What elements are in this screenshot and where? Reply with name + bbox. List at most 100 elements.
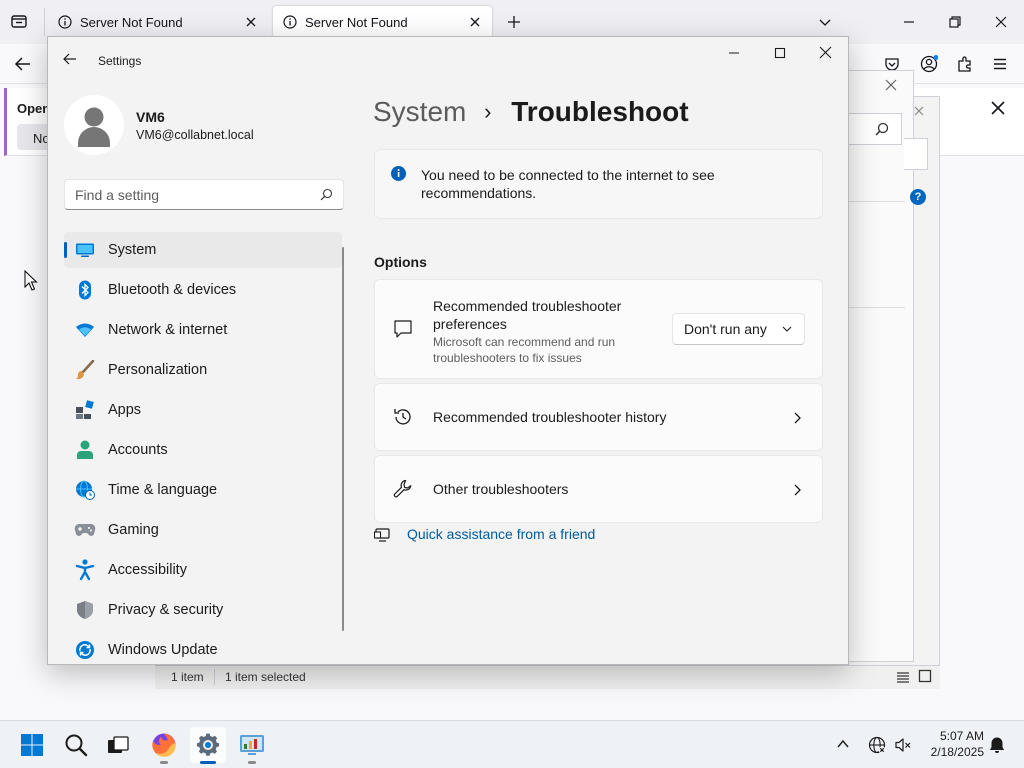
user-name: VM6 [136, 109, 165, 125]
sidebar-item-label: Accounts [108, 442, 168, 458]
sidebar-item-label: Windows Update [108, 642, 218, 658]
extensions-icon[interactable] [956, 55, 974, 73]
other-troubleshooters-card[interactable]: Other troubleshooters [374, 455, 823, 523]
browser-tab[interactable]: Server Not Found [48, 6, 268, 38]
info-icon [58, 15, 72, 29]
new-tab-icon[interactable] [506, 14, 522, 30]
clock-time: 5:07 AM [939, 729, 984, 743]
clock[interactable]: 5:07 AM 2/18/2025 [920, 728, 984, 760]
preferences-description: Microsoft can recommend and run troubles… [433, 335, 616, 365]
close-icon[interactable] [819, 46, 832, 59]
maximize-icon[interactable] [774, 47, 786, 59]
user-email: VM6@collabnet.local [136, 128, 254, 142]
brush-icon [74, 359, 96, 381]
volume-muted-icon[interactable] [894, 736, 912, 754]
back-button[interactable] [62, 51, 84, 71]
chevron-down-icon[interactable] [818, 15, 832, 29]
search-icon[interactable] [875, 122, 889, 136]
firefox-taskbar-button[interactable] [146, 727, 182, 764]
troubleshooter-dropdown[interactable]: Don't run any [672, 313, 805, 345]
gear-icon [195, 732, 221, 758]
selected-indicator [64, 242, 67, 258]
quick-assist-link[interactable]: Quick assistance from a friend [407, 526, 595, 542]
preferences-title: Recommended troubleshooter preferences [433, 298, 622, 332]
settings-window: Settings VM6 VM6@collabnet.local Find a … [47, 36, 849, 665]
large-icons-view-icon[interactable] [918, 669, 932, 683]
sidebar-item-system[interactable]: System [64, 232, 342, 268]
help-icon[interactable]: ? [910, 189, 926, 205]
wifi-icon [74, 319, 96, 341]
settings-taskbar-button[interactable] [190, 727, 226, 764]
chevron-down-icon [781, 324, 793, 334]
start-button[interactable] [14, 727, 50, 763]
sidebar-item-label: Personalization [108, 362, 208, 378]
chat-bubble-icon [393, 319, 413, 339]
close-icon[interactable] [885, 79, 897, 91]
close-tab-icon[interactable] [244, 15, 258, 29]
bluetooth-icon [74, 279, 96, 301]
control-panel-icon [239, 733, 265, 757]
troubleshooter-history-card[interactable]: Recommended troubleshooter history [374, 383, 823, 451]
monitor-icon [74, 239, 96, 261]
info-banner: You need to be connected to the internet… [374, 149, 823, 219]
sidebar-item-apps[interactable]: Apps [64, 392, 342, 428]
search-button[interactable] [58, 727, 94, 763]
sidebar-item-bluetooth-devices[interactable]: Bluetooth & devices [64, 272, 342, 308]
minimize-icon[interactable] [902, 15, 916, 29]
window-title: Settings [98, 54, 142, 68]
shield-icon [74, 599, 96, 621]
sidebar-item-time-language[interactable]: Time & language [64, 472, 342, 508]
search-input[interactable]: Find a setting [75, 187, 159, 203]
task-view-button[interactable] [100, 727, 136, 763]
accessibility-icon [74, 559, 96, 581]
windows-logo-icon [20, 733, 44, 757]
person-icon [74, 439, 96, 461]
sidebar-item-network[interactable]: Network & internet [64, 312, 342, 348]
sidebar-item-windows-update[interactable]: Windows Update [64, 632, 342, 664]
search-icon [64, 733, 88, 757]
back-arrow-icon[interactable] [14, 55, 32, 73]
network-globe-icon[interactable] [868, 736, 886, 754]
chevron-right-icon [792, 411, 802, 425]
sidebar-item-gaming[interactable]: Gaming [64, 512, 342, 548]
details-view-icon[interactable] [896, 670, 910, 684]
account-icon[interactable] [920, 55, 938, 73]
info-icon [283, 15, 297, 29]
taskbar: 5:07 AM 2/18/2025 [0, 720, 1024, 768]
dropdown-value: Don't run any [684, 321, 767, 337]
clock-date: 2/18/2025 [930, 745, 984, 759]
avatar[interactable] [64, 95, 124, 155]
restore-icon[interactable] [948, 15, 962, 29]
minimize-icon[interactable] [728, 47, 740, 59]
breadcrumb-parent[interactable]: System [373, 96, 466, 127]
sidebar-item-personalization[interactable]: Personalization [64, 352, 342, 388]
status-selected: 1 item selected [225, 670, 306, 684]
sidebar-item-label: Privacy & security [108, 602, 224, 618]
search-icon [320, 188, 333, 201]
list-all-tabs-icon[interactable] [10, 12, 28, 30]
sidebar-scrollbar[interactable] [342, 247, 344, 631]
gamepad-icon [74, 519, 96, 541]
browser-tab-active[interactable]: Server Not Found [273, 6, 492, 38]
sidebar-item-label: Apps [108, 402, 142, 418]
sidebar-item-accessibility[interactable]: Accessibility [64, 552, 342, 588]
show-hidden-icons-button[interactable] [836, 737, 850, 751]
history-icon [393, 407, 413, 427]
control-panel-taskbar-button[interactable] [234, 727, 270, 764]
page-title: Troubleshoot [511, 96, 689, 127]
sidebar-item-accounts[interactable]: Accounts [64, 432, 342, 468]
wrench-icon [393, 479, 413, 499]
chevron-right-icon [792, 483, 802, 497]
other-troubleshooters-label: Other troubleshooters [433, 481, 569, 497]
close-tab-icon[interactable] [468, 15, 482, 29]
search-box[interactable]: Find a setting [64, 179, 344, 210]
close-icon[interactable] [914, 106, 924, 116]
info-icon [391, 166, 406, 181]
close-icon[interactable] [990, 100, 1006, 116]
menu-icon[interactable] [992, 56, 1008, 72]
info-banner-text: You need to be connected to the internet… [421, 167, 715, 201]
close-icon[interactable] [994, 15, 1008, 29]
browser-tab-title: Server Not Found [305, 14, 408, 30]
notification-bell-icon[interactable] [988, 736, 1006, 754]
sidebar-item-privacy-security[interactable]: Privacy & security [64, 592, 342, 628]
